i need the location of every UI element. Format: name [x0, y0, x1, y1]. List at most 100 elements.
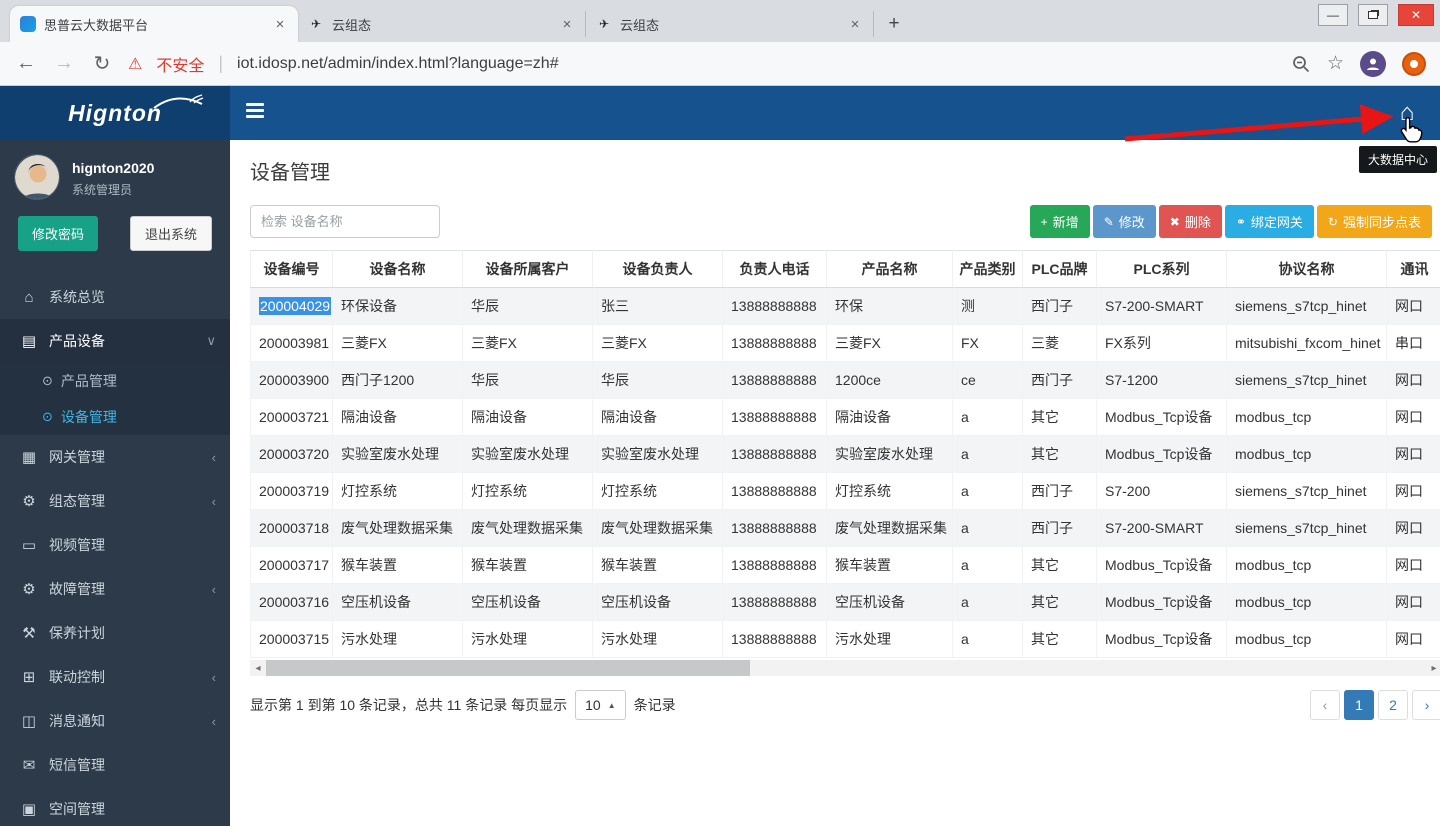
- add-button[interactable]: +新增: [1030, 205, 1090, 238]
- table-cell: a: [953, 621, 1023, 658]
- table-cell: 网口: [1387, 584, 1440, 621]
- bind-gateway-button[interactable]: ⚭绑定网关: [1225, 205, 1314, 238]
- table-cell: modbus_tcp: [1227, 584, 1387, 621]
- page-button-2[interactable]: 2: [1378, 690, 1408, 720]
- next-page-button[interactable]: ›: [1412, 690, 1440, 720]
- table-cell: 灯控系统: [593, 473, 723, 510]
- sidebar-item-gateway-mgmt[interactable]: ▦网关管理‹: [0, 435, 230, 479]
- table-cell: 灯控系统: [333, 473, 463, 510]
- table-cell: 环保: [827, 288, 953, 325]
- column-header[interactable]: 产品类别: [953, 251, 1023, 288]
- table-row[interactable]: 200003715污水处理污水处理污水处理13888888888污水处理a其它M…: [251, 621, 1440, 658]
- sidebar-item-space-mgmt[interactable]: ▣ 空间管理: [0, 787, 230, 826]
- tab-close-icon[interactable]: ×: [272, 16, 288, 33]
- table-row[interactable]: 200004029环保设备华辰张三13888888888环保测西门子S7-200…: [251, 288, 1440, 325]
- grid-icon: ▣: [18, 800, 40, 818]
- sidebar-item-fault-mgmt[interactable]: ⚙故障管理‹: [0, 567, 230, 611]
- profile-icon[interactable]: [1360, 51, 1386, 77]
- plus-icon: +: [1041, 215, 1048, 229]
- prev-page-button[interactable]: ‹: [1310, 690, 1340, 720]
- table-cell: 200003900: [251, 362, 333, 399]
- tab-close-icon[interactable]: ×: [559, 16, 575, 33]
- browser-update-icon[interactable]: [1402, 52, 1426, 76]
- sidebar-toggle-button[interactable]: [246, 103, 266, 123]
- column-header[interactable]: 设备编号: [251, 251, 333, 288]
- not-secure-label[interactable]: 不安全: [156, 52, 204, 76]
- sidebar-item-scada-mgmt[interactable]: ⚙组态管理‹: [0, 479, 230, 523]
- tab-close-icon[interactable]: ×: [847, 16, 863, 33]
- table-cell: 西门子1200: [333, 362, 463, 399]
- url-text[interactable]: iot.idosp.net/admin/index.html?language=…: [237, 55, 1277, 73]
- sidebar-item-label: 产品设备: [49, 331, 105, 351]
- table-cell: a: [953, 584, 1023, 621]
- table-row[interactable]: 200003720实验室废水处理实验室废水处理实验室废水处理1388888888…: [251, 436, 1440, 473]
- avatar[interactable]: [14, 154, 60, 200]
- table-row[interactable]: 200003717猴车装置猴车装置猴车装置13888888888猴车装置a其它M…: [251, 547, 1440, 584]
- table-cell: modbus_tcp: [1227, 547, 1387, 584]
- horizontal-scrollbar[interactable]: ◂ ▸: [250, 660, 1440, 676]
- scada-favicon: ✈: [596, 16, 612, 32]
- sidebar-item-label: 组态管理: [49, 491, 105, 511]
- table-cell: S7-200: [1097, 473, 1227, 510]
- column-header[interactable]: 负责人电话: [723, 251, 827, 288]
- browser-tab[interactable]: ✈云组态×: [298, 11, 586, 37]
- table-row[interactable]: 200003981三菱FX三菱FX三菱FX13888888888三菱FXFX三菱…: [251, 325, 1440, 362]
- column-header[interactable]: 产品名称: [827, 251, 953, 288]
- close-button[interactable]: ✕: [1398, 4, 1434, 26]
- column-header[interactable]: 设备名称: [333, 251, 463, 288]
- table-cell: 网口: [1387, 288, 1440, 325]
- back-button[interactable]: ←: [14, 52, 38, 75]
- sidebar-item-maintenance-plan[interactable]: ⚒保养计划: [0, 611, 230, 655]
- column-header[interactable]: 通讯: [1387, 251, 1440, 288]
- sidebar-item-label: 空间管理: [49, 799, 105, 819]
- sidebar-item-video-mgmt[interactable]: ▭视频管理: [0, 523, 230, 567]
- sidebar-item-product-device[interactable]: ▤产品设备∨: [0, 319, 230, 363]
- refresh-button[interactable]: ↻: [90, 51, 114, 76]
- sidebar-subitem-label: 设备管理: [61, 407, 117, 427]
- sidebar-subitem-device-mgmt[interactable]: ⊙设备管理: [0, 399, 230, 435]
- table-row[interactable]: 200003719灯控系统灯控系统灯控系统13888888888灯控系统a西门子…: [251, 473, 1440, 510]
- main-content: 设备管理 +新增✎修改✖删除⚭绑定网关↻强制同步点表 设备编号设备名称设备所属客…: [230, 140, 1440, 826]
- column-header[interactable]: PLC品牌: [1023, 251, 1097, 288]
- delete-button[interactable]: ✖删除: [1159, 205, 1222, 238]
- scroll-right-icon[interactable]: ▸: [1426, 663, 1440, 674]
- table-cell: 猴车装置: [593, 547, 723, 584]
- column-header[interactable]: 设备所属客户: [463, 251, 593, 288]
- sidebar-item-label: 故障管理: [49, 579, 105, 599]
- sidebar-item-message-notice[interactable]: ◫消息通知‹: [0, 699, 230, 743]
- scrollbar-thumb[interactable]: [266, 660, 750, 676]
- force-sync-button[interactable]: ↻强制同步点表: [1317, 205, 1432, 238]
- forward-button[interactable]: →: [52, 52, 76, 75]
- search-input[interactable]: [250, 205, 440, 238]
- column-header[interactable]: 设备负责人: [593, 251, 723, 288]
- table-row[interactable]: 200003721隔油设备隔油设备隔油设备13888888888隔油设备a其它M…: [251, 399, 1440, 436]
- home-button[interactable]: ⌂: [1384, 86, 1430, 140]
- zoom-icon[interactable]: [1291, 54, 1311, 74]
- page-size-select[interactable]: 10 ▲: [575, 690, 626, 720]
- table-row[interactable]: 200003716空压机设备空压机设备空压机设备13888888888空压机设备…: [251, 584, 1440, 621]
- column-header[interactable]: PLC系列: [1097, 251, 1227, 288]
- bookmark-star-icon[interactable]: ☆: [1327, 52, 1344, 75]
- maximize-button[interactable]: [1358, 4, 1388, 26]
- table-cell: 猴车装置: [827, 547, 953, 584]
- table-row[interactable]: 200003718废气处理数据采集废气处理数据采集废气处理数据采集1388888…: [251, 510, 1440, 547]
- sidebar-item-overview[interactable]: ⌂系统总览: [0, 275, 230, 319]
- scroll-left-icon[interactable]: ◂: [250, 663, 266, 674]
- column-header[interactable]: 协议名称: [1227, 251, 1387, 288]
- page-size-value: 10: [585, 697, 601, 713]
- new-tab-button[interactable]: +: [880, 10, 908, 38]
- page-button-1[interactable]: 1: [1344, 690, 1374, 720]
- logout-button[interactable]: 退出系统: [130, 216, 212, 251]
- change-password-button[interactable]: 修改密码: [18, 216, 98, 251]
- table-cell: modbus_tcp: [1227, 436, 1387, 473]
- table-row[interactable]: 200003900西门子1200华辰华辰138888888881200cece西…: [251, 362, 1440, 399]
- gears-icon: ⚙: [18, 492, 40, 510]
- sidebar-item-sms-mgmt[interactable]: ✉短信管理: [0, 743, 230, 787]
- minimize-button[interactable]: —: [1318, 4, 1348, 26]
- browser-tab[interactable]: ✈云组态×: [586, 11, 874, 37]
- browser-tab[interactable]: 思普云大数据平台×: [10, 6, 298, 42]
- sidebar-item-linkage-control[interactable]: ⊞联动控制‹: [0, 655, 230, 699]
- edit-button[interactable]: ✎修改: [1093, 205, 1156, 238]
- table-cell: a: [953, 510, 1023, 547]
- sidebar-subitem-product-mgmt[interactable]: ⊙产品管理: [0, 363, 230, 399]
